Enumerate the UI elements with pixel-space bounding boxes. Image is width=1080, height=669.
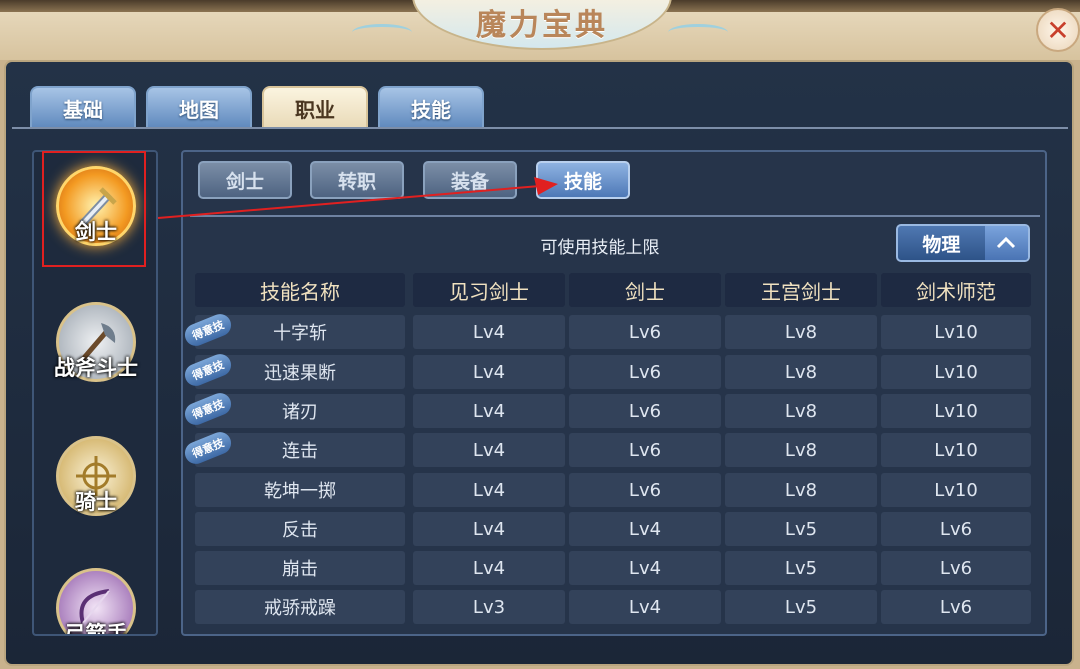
- skill-level-cell: Lv6: [881, 590, 1031, 624]
- skill-level-cell: Lv8: [725, 315, 877, 349]
- class-item-axe-fighter[interactable]: 战斧斗士: [48, 298, 144, 394]
- skill-level-cell: Lv10: [881, 315, 1031, 349]
- subtab-skills[interactable]: 技能: [536, 161, 630, 199]
- skill-level-cell: Lv6: [569, 473, 721, 507]
- skill-level-cell: Lv8: [725, 473, 877, 507]
- tab-label: 基础: [63, 97, 103, 122]
- skill-level-cell: Lv6: [569, 433, 721, 467]
- subtab-job-change[interactable]: 转职: [310, 161, 404, 199]
- table-header-cell: 见习剑士: [413, 273, 565, 307]
- skill-level-cell: Lv3: [413, 590, 565, 624]
- subtab-divider: [190, 215, 1040, 217]
- close-icon: ✕: [1046, 13, 1070, 47]
- class-label: 战斧斗士: [54, 356, 138, 380]
- skill-level-cell: Lv6: [881, 551, 1031, 585]
- chevron-up-icon[interactable]: [984, 226, 1028, 260]
- window-title: 魔力宝典: [476, 8, 608, 43]
- skill-level-cell: Lv4: [413, 315, 565, 349]
- skill-level-cell: Lv4: [413, 473, 565, 507]
- tab-profession[interactable]: 职业: [262, 86, 368, 128]
- subtab-swordsman[interactable]: 剑士: [198, 161, 292, 199]
- tab-label: 地图: [179, 97, 219, 122]
- skill-level-cell: Lv10: [881, 355, 1031, 389]
- class-label: 弓箭手: [64, 622, 128, 636]
- tab-basics[interactable]: 基础: [30, 86, 136, 128]
- skill-level-cell: Lv8: [725, 355, 877, 389]
- tab-divider: [12, 127, 1068, 129]
- subtab-equipment[interactable]: 装备: [423, 161, 517, 199]
- dropdown-value: 物理: [922, 233, 961, 256]
- skill-limit-title: 可使用技能上限: [540, 238, 660, 258]
- skill-level-cell: Lv10: [881, 394, 1031, 428]
- tab-skills[interactable]: 技能: [378, 86, 484, 128]
- title-ornament-left: [352, 24, 412, 41]
- title-ornament-right: [668, 24, 728, 41]
- subtab-label: 装备: [450, 170, 489, 193]
- skill-type-dropdown[interactable]: 物理: [896, 224, 1030, 262]
- subtab-label: 技能: [563, 170, 602, 193]
- skill-level-cell: Lv4: [569, 512, 721, 546]
- tab-label: 职业: [295, 97, 335, 122]
- table-header-cell: 剑士: [569, 273, 721, 307]
- skill-level-cell: Lv10: [881, 473, 1031, 507]
- skill-level-cell: Lv4: [413, 355, 565, 389]
- table-header-cell: 王宫剑士: [725, 273, 877, 307]
- main-tab-bar: 基础 地图 职业 技能: [30, 86, 484, 128]
- skill-level-cell: Lv6: [881, 512, 1031, 546]
- skill-level-cell: Lv5: [725, 590, 877, 624]
- skill-level-cell: Lv6: [569, 315, 721, 349]
- selection-highlight-box: [42, 151, 146, 267]
- class-label: 骑士: [75, 490, 117, 514]
- skill-level-cell: Lv4: [413, 512, 565, 546]
- skill-name-cell: 乾坤一掷: [195, 473, 405, 507]
- class-item-archer[interactable]: 弓箭手: [48, 564, 144, 634]
- tab-map[interactable]: 地图: [146, 86, 252, 128]
- skill-level-cell: Lv4: [413, 433, 565, 467]
- skill-level-cell: Lv6: [569, 394, 721, 428]
- skill-name-cell: 崩击: [195, 551, 405, 585]
- subtab-label: 剑士: [225, 170, 264, 193]
- skill-level-cell: Lv8: [725, 394, 877, 428]
- skill-level-cell: Lv8: [725, 433, 877, 467]
- table-header-cell: 剑术师范: [881, 273, 1031, 307]
- skill-level-cell: Lv4: [413, 394, 565, 428]
- skill-level-cell: Lv5: [725, 551, 877, 585]
- class-item-knight[interactable]: 骑士: [48, 432, 144, 528]
- skill-level-cell: Lv4: [413, 551, 565, 585]
- skill-level-cell: Lv4: [569, 551, 721, 585]
- table-header-cell: 技能名称: [195, 273, 405, 307]
- subtab-label: 转职: [337, 170, 376, 193]
- tab-label: 技能: [411, 97, 451, 122]
- skill-level-cell: Lv10: [881, 433, 1031, 467]
- skill-level-cell: Lv5: [725, 512, 877, 546]
- skill-level-cell: Lv4: [569, 590, 721, 624]
- close-button[interactable]: ✕: [1036, 8, 1080, 52]
- skill-name-cell: 戒骄戒躁: [195, 590, 405, 624]
- skill-name-cell: 反击: [195, 512, 405, 546]
- skill-level-cell: Lv6: [569, 355, 721, 389]
